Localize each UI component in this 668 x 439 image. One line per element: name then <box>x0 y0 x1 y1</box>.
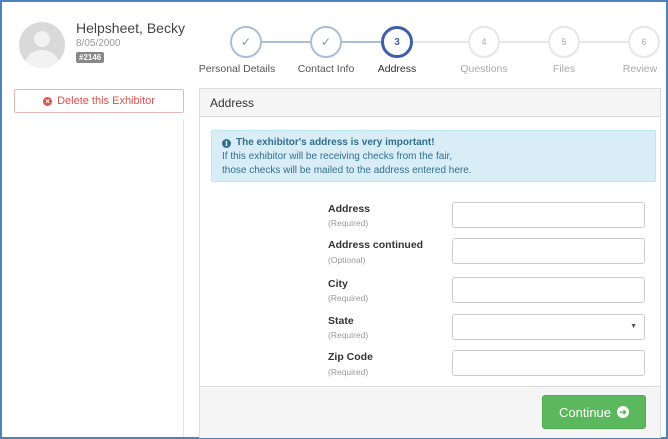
info-icon: i <box>222 138 231 148</box>
step-6-circle: 6 <box>628 26 660 58</box>
avatar-head <box>34 31 50 47</box>
state-hint: (Required) <box>328 330 369 340</box>
city-label: City <box>328 278 348 290</box>
step-3-circle[interactable]: 3 <box>381 26 413 58</box>
step-connector <box>500 41 548 43</box>
avatar <box>19 22 65 68</box>
step-2-label[interactable]: Contact Info <box>298 63 355 75</box>
step-6-number: 6 <box>641 37 647 47</box>
alert-line-1: If this exhibitor will be receiving chec… <box>222 151 453 162</box>
caret-down-icon: ▼ <box>630 323 637 330</box>
address-label: Address <box>328 203 371 215</box>
alert-title: The exhibitor's address is very importan… <box>236 137 435 148</box>
step-5-circle: 5 <box>548 26 580 58</box>
city-hint: (Required) <box>328 293 369 303</box>
step-1-label[interactable]: Personal Details <box>199 63 275 75</box>
continue-label: Continue <box>558 404 612 420</box>
address-input[interactable] <box>452 202 645 228</box>
delete-exhibitor-label: Delete this Exhibitor <box>57 95 155 107</box>
info-alert: i The exhibitor's address is very import… <box>211 130 656 182</box>
step-4-number: 4 <box>481 37 487 47</box>
step-connector <box>413 41 468 43</box>
zip-code-hint: (Required) <box>328 367 369 377</box>
sidebar-divider <box>183 119 184 437</box>
step-connector <box>580 41 628 43</box>
step-4-circle: 4 <box>468 26 500 58</box>
step-3-label[interactable]: Address <box>378 63 417 75</box>
address-hint: (Required) <box>328 218 369 228</box>
exhibitor-name: Helpsheet, Becky <box>76 20 185 36</box>
address-continued-label: Address continued <box>328 239 424 251</box>
exhibitor-dob: 8/05/2000 <box>76 38 121 49</box>
remove-icon: × <box>43 96 53 106</box>
address-continued-input[interactable] <box>452 238 645 264</box>
state-select[interactable]: ▼ <box>452 314 645 340</box>
panel-footer: Continue ➜ <box>200 386 660 438</box>
exhibitor-id-badge: #2146 <box>76 52 105 63</box>
step-3-number: 3 <box>394 36 400 48</box>
step-5-label: Files <box>552 63 576 75</box>
check-icon: ✓ <box>240 35 252 49</box>
zip-code-label: Zip Code <box>328 351 373 363</box>
step-connector <box>342 41 381 43</box>
check-icon: ✓ <box>320 35 332 49</box>
step-connector <box>262 41 310 43</box>
continue-button[interactable]: Continue ➜ <box>542 395 646 429</box>
step-1-circle[interactable]: ✓ <box>230 26 262 58</box>
address-panel: Address i The exhibitor's address is ver… <box>199 88 661 438</box>
step-4-label: Questions <box>460 63 508 75</box>
address-continued-hint: (Optional) <box>328 255 366 265</box>
step-2-circle[interactable]: ✓ <box>310 26 342 58</box>
zip-code-input[interactable] <box>452 350 645 376</box>
alert-line-2: those checks will be mailed to the addre… <box>222 165 472 176</box>
delete-exhibitor-button[interactable]: × Delete this Exhibitor <box>14 89 184 113</box>
city-input[interactable] <box>452 277 645 303</box>
step-5-number: 5 <box>561 37 567 47</box>
avatar-shoulders <box>25 50 59 68</box>
panel-title: Address <box>200 89 660 117</box>
state-label: State <box>328 315 354 327</box>
step-6-label: Review <box>622 63 658 75</box>
arrow-right-icon: ➜ <box>617 406 630 418</box>
